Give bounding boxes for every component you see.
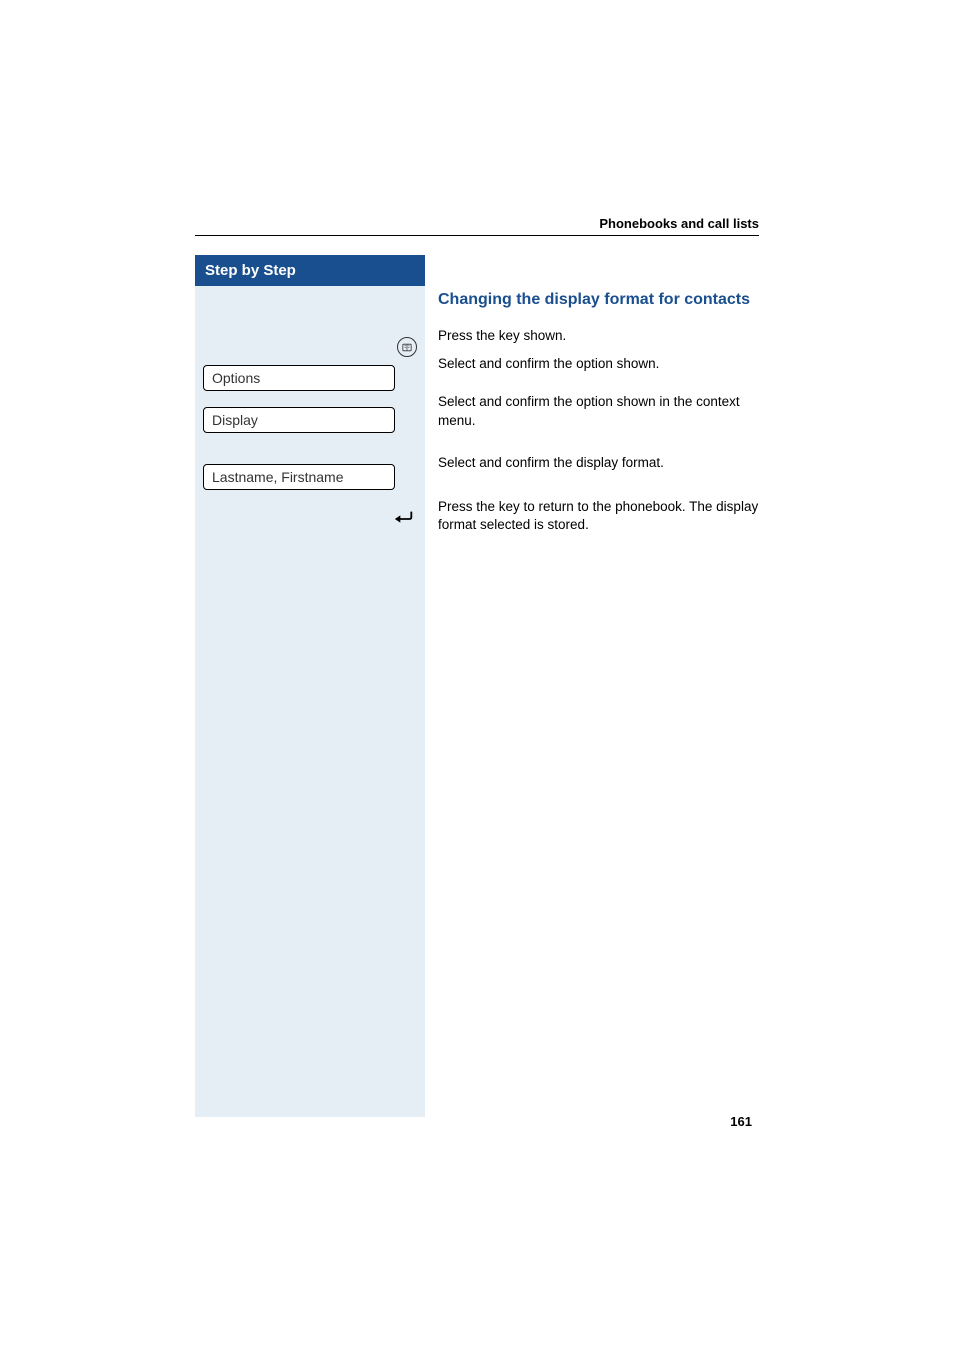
instruction-return: Press the key to return to the phonebook… [438, 498, 763, 534]
instruction-select-format: Select and confirm the display format. [438, 454, 763, 472]
display-menu-item: Display [203, 407, 395, 433]
sidebar-content: Options Display Lastname, Firstname [195, 286, 425, 1148]
instruction-select-display: Select and confirm the option shown in t… [438, 393, 763, 429]
instruction-select-options: Select and confirm the option shown. [438, 355, 763, 373]
header-divider [195, 235, 759, 236]
options-menu-item: Options [203, 365, 395, 391]
step-by-step-sidebar: Step by Step Options Display Lastname, F… [195, 255, 425, 1117]
section-heading: Changing the display format for contacts [438, 291, 763, 309]
back-key-icon [393, 508, 415, 524]
sidebar-title: Step by Step [195, 255, 425, 286]
phonebook-key-icon [397, 337, 417, 357]
lastname-firstname-menu-item: Lastname, Firstname [203, 464, 395, 490]
main-content: Changing the display format for contacts… [438, 255, 763, 535]
page-number: 161 [730, 1114, 752, 1129]
document-page: Phonebooks and call lists Step by Step O… [0, 0, 954, 1351]
instruction-press-key: Press the key shown. [438, 327, 763, 345]
